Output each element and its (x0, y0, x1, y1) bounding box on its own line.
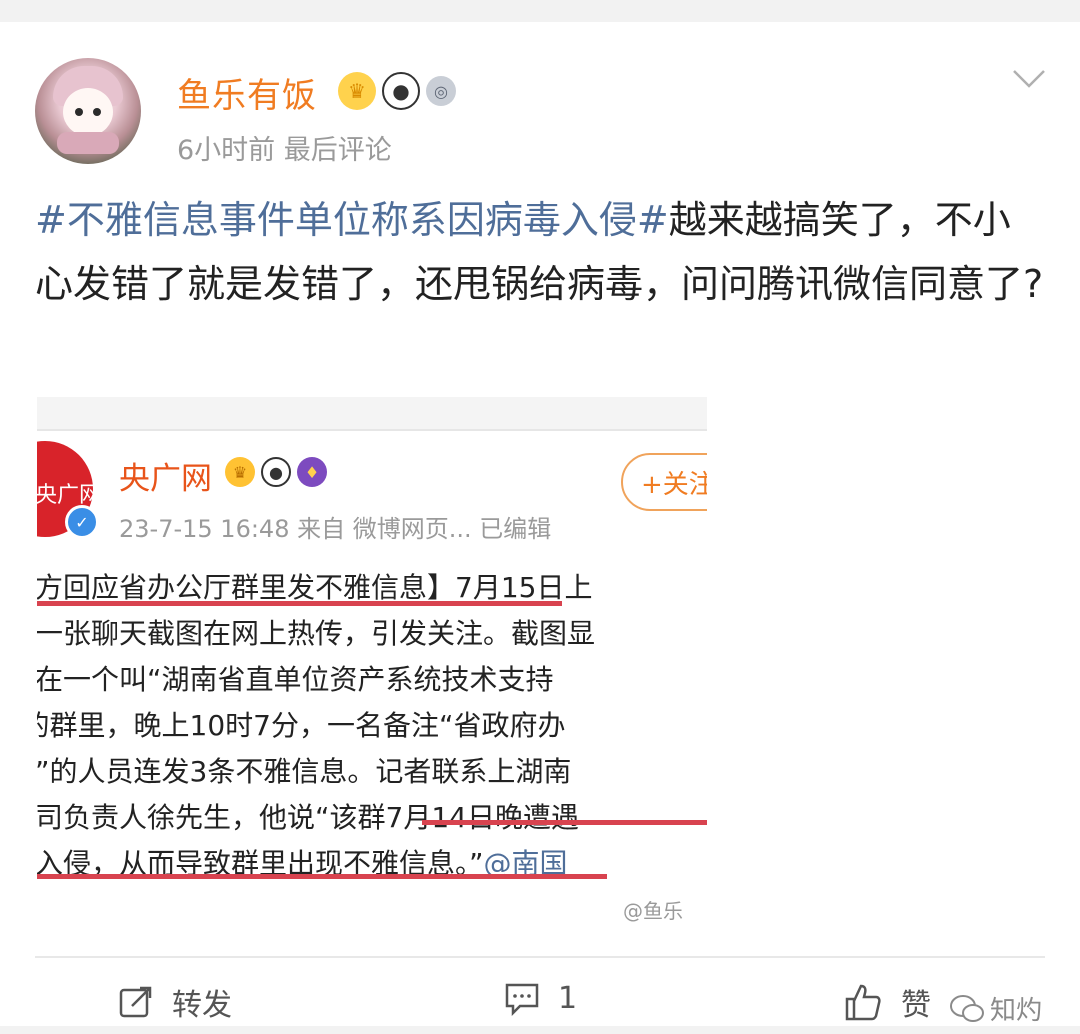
comment-button[interactable]: 1 (504, 980, 577, 1016)
screenshot-body: 官方回应省办公厅群里发不雅信息】7月15日上 ，一张聊天截图在网上热传，引发关注… (37, 565, 707, 922)
weibo-post-card: 鱼乐有饭 ♛ ● ◎ 6小时前 最后评论 #不雅信息事件单位称系因病毒入侵#越来… (0, 22, 1080, 1026)
action-divider (35, 956, 1045, 958)
comment-count: 1 (558, 980, 578, 1016)
avatar-eye (93, 108, 101, 116)
screenshot-line-with-mention: 毒入侵，从而导致群里出现不雅信息。”@南国 (37, 841, 707, 887)
thumbs-up-icon (845, 984, 881, 1021)
repost-icon (119, 986, 152, 1018)
like-label: 赞 (901, 988, 931, 1023)
comment-icon (505, 983, 539, 1016)
screenshot-watermark: @鱼乐 (623, 899, 683, 922)
username[interactable]: 鱼乐有饭 (177, 68, 317, 117)
post-meta: 6小时前 最后评论 (177, 135, 392, 166)
crown-badge-icon[interactable]: ♛ (338, 72, 376, 110)
verified-check-icon: ✓ (65, 505, 99, 539)
embedded-screenshot[interactable]: 央广网 ✓ 央广网 ♛ ● ♦ 23-7-15 16:48 来自 微博网页...… (37, 397, 707, 922)
wechat-icon (950, 994, 984, 1022)
post-text: #不雅信息事件单位称系因病毒入侵#越来越搞笑了，不小心发错了就是发错了，还甩锅给… (35, 188, 1045, 316)
avatar-scarf (57, 132, 119, 154)
screenshot-top-strip (37, 397, 707, 429)
screenshot-line: ，在一个叫“湖南省直单位资产系统技术支持 (37, 663, 554, 696)
avatar-eye (75, 108, 83, 116)
gold-badge-icon: ♛ (225, 457, 255, 487)
avatar-face (63, 88, 113, 136)
screenshot-separator (37, 429, 707, 431)
screenshot-meta: 23-7-15 16:48 来自 微博网页... 已编辑 (119, 515, 552, 543)
red-underline (37, 874, 607, 879)
screenshot-badges: ♛ ● ♦ (225, 457, 327, 487)
shield-badge-icon: ♦ (297, 457, 327, 487)
post-hashtag[interactable]: #不雅信息事件单位称系因病毒入侵# (35, 198, 669, 242)
user-badges: ♛ ● ◎ (338, 72, 456, 110)
screenshot-line: ，一张聊天截图在网上热传，引发关注。截图显 (37, 617, 596, 650)
red-underline (37, 601, 562, 606)
repost-button[interactable]: 转发 (118, 980, 232, 1024)
watermark-text: 知灼 (990, 996, 1043, 1026)
user-avatar[interactable] (35, 58, 141, 164)
red-underline (422, 820, 707, 825)
footer-watermark: 知灼 (950, 990, 1042, 1027)
like-button[interactable]: 赞 (843, 980, 931, 1024)
medal-badge-icon[interactable]: ◎ (426, 76, 456, 106)
follow-button: +关注 (621, 453, 707, 511)
screenshot-line: 厅”的人员连发3条不雅信息。记者联系上湖南 (37, 755, 572, 788)
screenshot-line: 报 (37, 887, 707, 922)
repost-label: 转发 (172, 988, 232, 1023)
chevron-down-icon[interactable] (1012, 68, 1046, 90)
screenshot-username: 央广网 (119, 461, 212, 497)
screenshot-line: 公司负责人徐先生，他说“该群7月14日晚遭遇 (37, 801, 579, 834)
screenshot-line: ”的群里，晚上10时7分，一名备注“省政府办 (37, 709, 566, 742)
panda-badge-icon: ● (261, 457, 291, 487)
panda-badge-icon[interactable]: ● (382, 72, 420, 110)
screenshot-avatar-text: 央广网 (37, 483, 102, 508)
